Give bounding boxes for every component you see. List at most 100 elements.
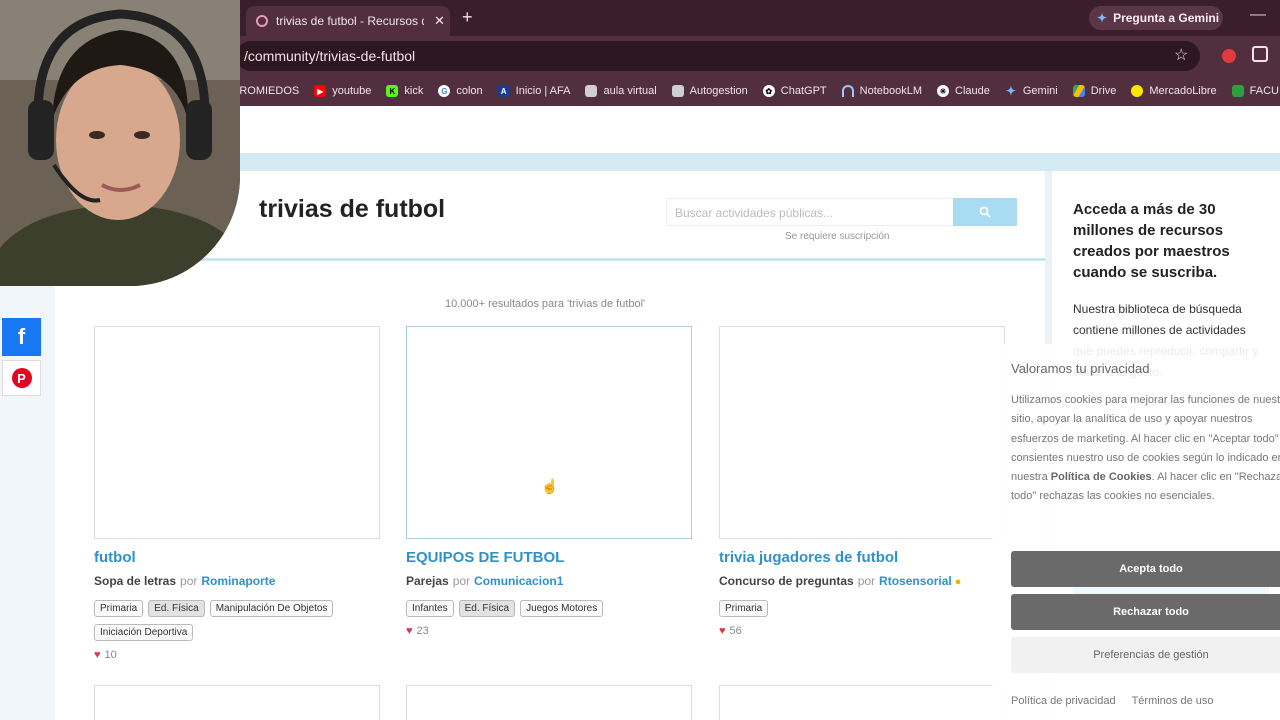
results-count: 10.000+ resultados para 'trivias de futb… [445,298,646,310]
likes-count: 23 [416,625,429,637]
heart-icon: ♥ [719,625,726,637]
por-label: por [857,574,876,588]
tag[interactable]: Ed. Física [458,600,516,617]
afa-icon: A [497,85,510,97]
heart-icon: ♥ [94,649,101,661]
page-title: trivias de futbol [259,195,446,223]
por-label: por [452,574,471,588]
facu-icon [1231,85,1244,97]
activity-type: Sopa de letras [94,574,177,588]
reject-all-button[interactable]: Rechazar todo [1011,594,1280,630]
result-card[interactable]: trivia jugadores de futbol Concurso de p… [719,326,1005,637]
bookmark-kick[interactable]: Kkick [386,85,423,97]
tag-list: Primaria [719,600,1005,617]
cookie-links: Política de privacidad Términos de uso [1011,695,1230,707]
result-card[interactable] [406,685,692,720]
tag-list: Primaria Ed. Física Manipulación De Obje… [94,600,380,641]
url-text: /community/trivias-de-futbol [244,48,416,64]
card-thumbnail[interactable] [406,326,692,539]
minimize-icon[interactable]: — [1250,6,1266,24]
address-bar[interactable]: /community/trivias-de-futbol [236,41,1200,71]
mouse-cursor-icon: ☝ [541,478,559,494]
cookie-consent-dialog: Valoramos tu privacidad Utilizamos cooki… [992,344,1280,720]
tag[interactable]: Iniciación Deportiva [94,624,194,641]
bookmark-aula-virtual[interactable]: aula virtual [585,85,657,97]
tag[interactable]: Juegos Motores [520,600,604,617]
pinterest-share-button[interactable]: P [2,360,41,396]
activity-type: Parejas [406,574,449,588]
webcam-overlay [0,0,240,286]
tag-list: Infantes Ed. Física Juegos Motores [406,600,692,617]
extension-icon[interactable] [1222,49,1236,63]
youtube-icon: ▶ [314,85,327,97]
tab-active[interactable]: trivias de futbol - Recursos didá ✕ [246,6,450,36]
likes-count: 56 [729,625,742,637]
accept-all-button[interactable]: Acepta todo [1011,551,1280,587]
extensions-puzzle-icon[interactable] [1252,46,1268,62]
tag[interactable]: Primaria [94,600,144,617]
author-link[interactable]: Comunicacion1 [474,574,563,588]
gemini-star-icon: ✦ [1097,11,1108,25]
tag[interactable]: Primaria [719,600,769,617]
building-icon [671,85,684,97]
tag[interactable]: Manipulación De Objetos [209,600,334,617]
new-tab-icon[interactable]: + [462,7,473,28]
gemini-label: Pregunta a Gemini [1113,11,1220,25]
result-card[interactable] [719,685,1005,720]
card-title[interactable]: trivia jugadores de futbol [719,549,1005,566]
bookmark-chatgpt[interactable]: ✿ ChatGPT [762,85,827,97]
por-label: por [180,574,198,588]
card-thumbnail[interactable] [94,326,380,539]
author-link[interactable]: Rominaporte [201,574,275,588]
bookmark-afa[interactable]: A Inicio | AFA [497,85,570,97]
terms-link[interactable]: Términos de uso [1132,695,1214,707]
subscription-note: Se requiere suscripción [785,231,890,242]
author-link[interactable]: Rtosensorial [879,574,952,588]
card-title[interactable]: EQUIPOS DE FUTBOL [406,549,692,566]
facebook-icon: f [17,324,26,349]
search-input[interactable]: Buscar actividades públicas... [666,198,954,226]
chatgpt-icon: ✿ [762,85,775,97]
promo-title: Acceda a más de 30 millones de recursos … [1073,201,1230,281]
gemini-button[interactable]: ✦ Pregunta a Gemini [1089,6,1223,30]
bookmark-claude[interactable]: ✳ Claude [937,85,990,97]
card-title[interactable]: futbol [94,549,380,566]
bookmark-youtube[interactable]: ▶ youtube [314,85,371,97]
card-meta: Sopa de letras por Rominaporte [94,574,380,588]
close-tab-icon[interactable]: ✕ [434,13,445,29]
bookmark-colon[interactable]: Gcolon [438,85,483,97]
card-thumbnail[interactable] [719,326,1005,539]
wordwall-favicon-icon [256,15,268,27]
google-icon: G [438,85,451,97]
bookmark-drive[interactable]: Drive [1072,85,1116,97]
heart-icon: ♥ [406,625,413,637]
result-card[interactable]: futbol Sopa de letras por Rominaporte Prim… [94,326,380,661]
bookmark-star-icon[interactable]: ☆ [1174,45,1188,65]
facebook-share-button[interactable]: f [2,318,41,356]
bookmark-mercadolibre[interactable]: MercadoLibre [1131,85,1217,97]
manage-preferences-button[interactable]: Preferencias de gestión [1011,637,1280,673]
search-button[interactable] [953,198,1017,226]
bookmark-notebooklm[interactable]: NotebookLM [841,85,922,97]
result-card[interactable] [94,685,380,720]
claude-icon: ✳ [937,85,950,97]
likes: ♥ 56 [719,625,1005,637]
bookmark-promiedos[interactable]: PROMIEDOS [232,85,299,97]
tag[interactable]: Ed. Física [148,600,205,617]
kick-icon: K [386,85,399,97]
document-icon [585,85,598,97]
drive-icon [1072,85,1085,97]
card-meta: Parejas por Comunicacion1 [406,574,692,588]
bookmark-autogestion[interactable]: Autogestion [671,85,748,97]
mercadolibre-icon [1131,85,1144,97]
card-meta: Concurso de preguntas por Rtosensorial ● [719,574,1005,588]
notebooklm-icon [841,85,854,97]
cookie-policy-link[interactable]: Política de Cookies [1051,471,1152,483]
cookie-text: Utilizamos cookies para mejorar las func… [1011,394,1280,503]
bookmark-gemini[interactable]: ✦ Gemini [1005,84,1058,98]
tag[interactable]: Infantes [406,600,454,617]
privacy-policy-link[interactable]: Política de privacidad [1011,695,1116,707]
bookmark-facu[interactable]: FACU [1231,85,1279,97]
likes-count: 10 [104,649,117,661]
search-icon [979,206,991,218]
